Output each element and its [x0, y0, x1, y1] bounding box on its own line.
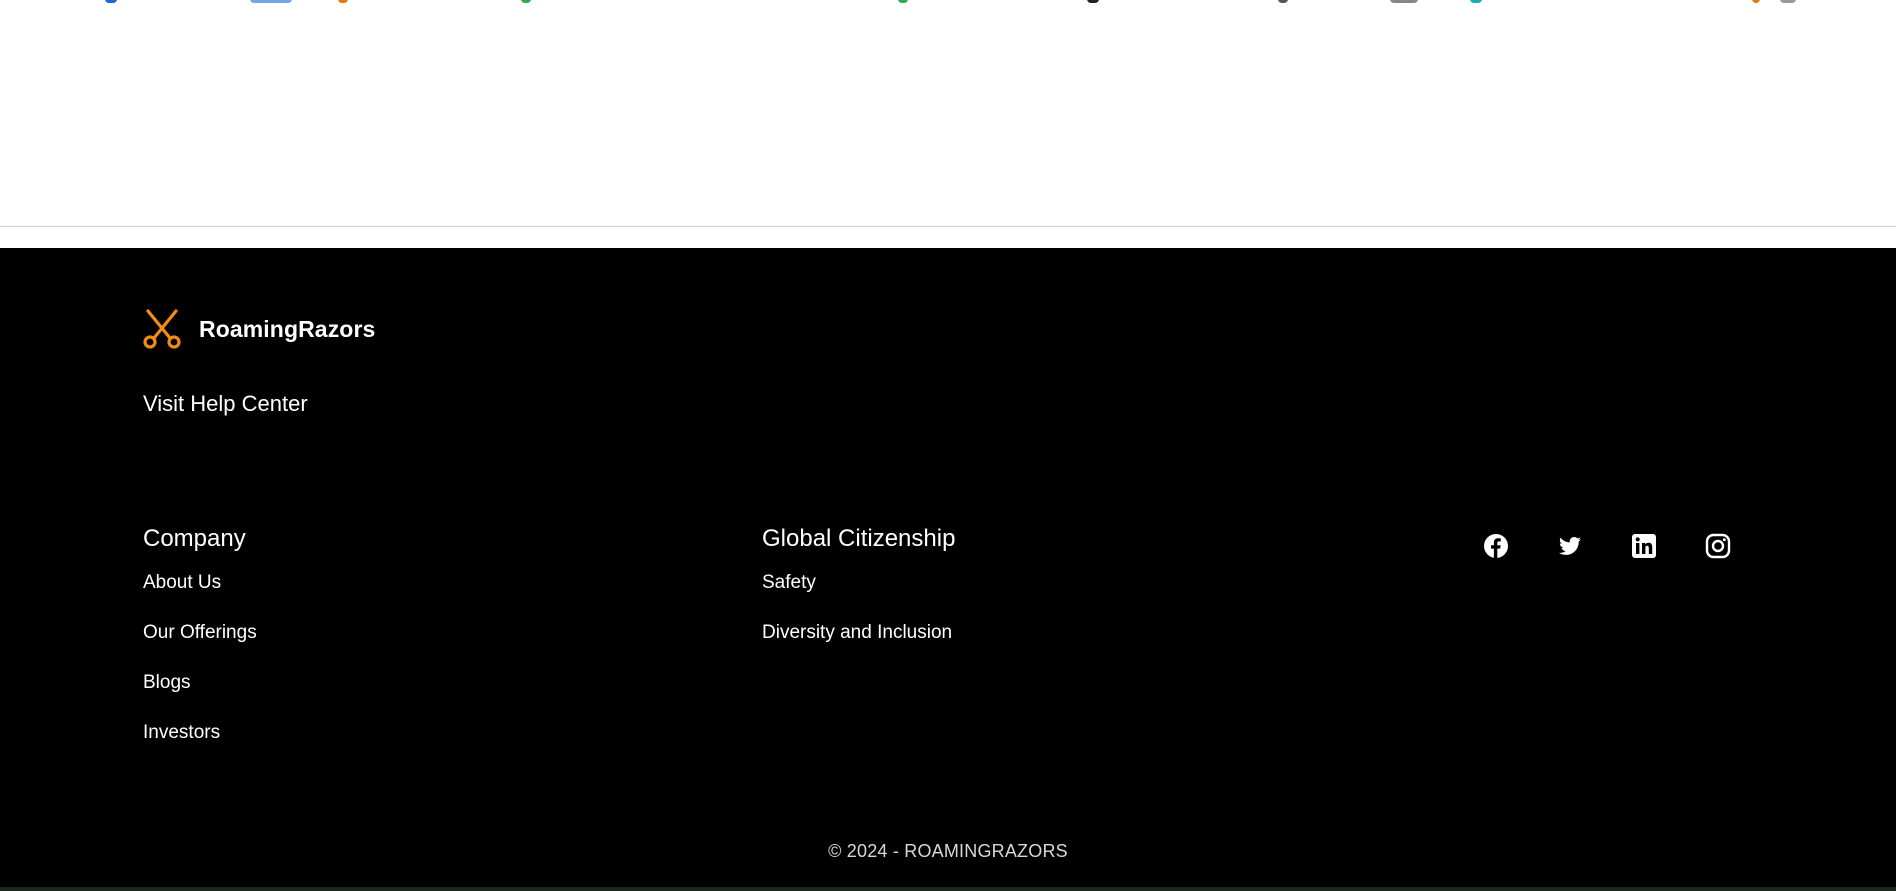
scissors-icon: [143, 309, 181, 349]
global-citizenship-column: Global Citizenship Safety Diversity and …: [762, 525, 955, 671]
copyright-text: © 2024 - ROAMINGRAZORS: [828, 841, 1068, 861]
blogs-link[interactable]: Blogs: [143, 672, 191, 693]
instagram-icon: [1705, 533, 1731, 559]
instagram-link[interactable]: [1705, 533, 1731, 559]
brand[interactable]: RoamingRazors: [142, 309, 375, 349]
list-item: Diversity and Inclusion: [762, 621, 955, 671]
company-column: Company About Us Our Offerings Blogs Inv…: [143, 525, 257, 771]
facebook-link[interactable]: [1483, 533, 1509, 559]
cut-off-fragment: [1390, 0, 1418, 3]
linkedin-icon: [1632, 534, 1656, 558]
site-footer: RoamingRazors Visit Help Center Company …: [0, 248, 1896, 887]
bottom-edge: [0, 887, 1896, 891]
help-center-link[interactable]: Visit Help Center: [143, 391, 308, 417]
list-item: Safety: [762, 571, 955, 621]
section-divider: [0, 226, 1896, 227]
diversity-inclusion-link[interactable]: Diversity and Inclusion: [762, 622, 952, 643]
social-links: [1483, 533, 1731, 559]
company-heading: Company: [143, 525, 246, 552]
our-offerings-link[interactable]: Our Offerings: [143, 622, 257, 643]
linkedin-link[interactable]: [1631, 533, 1657, 559]
cut-off-fragment: [338, 0, 348, 3]
facebook-icon: [1484, 534, 1508, 558]
list-item: Our Offerings: [143, 621, 257, 671]
content-area: [0, 0, 1896, 227]
cut-off-fragment: [1752, 0, 1760, 3]
cut-off-fragment: [1087, 0, 1099, 3]
investors-link[interactable]: Investors: [143, 722, 220, 743]
global-citizenship-heading: Global Citizenship: [762, 525, 956, 552]
cut-off-fragment: [1278, 0, 1288, 3]
safety-link[interactable]: Safety: [762, 572, 816, 593]
cut-off-fragment: [105, 0, 117, 3]
cut-off-fragment: [1780, 0, 1796, 3]
list-item: Investors: [143, 721, 257, 771]
twitter-link[interactable]: [1557, 533, 1583, 559]
cut-off-fragment: [898, 0, 908, 3]
twitter-icon: [1559, 537, 1581, 555]
cut-off-fragment: [521, 0, 531, 3]
company-links: About Us Our Offerings Blogs Investors: [143, 571, 257, 771]
cut-off-fragment: [1470, 0, 1482, 3]
list-item: About Us: [143, 571, 257, 621]
page: RoamingRazors Visit Help Center Company …: [0, 0, 1896, 891]
brand-name: RoamingRazors: [199, 315, 376, 342]
cut-off-fragment: [250, 0, 292, 3]
about-us-link[interactable]: About Us: [143, 572, 221, 593]
cut-off-content-strip: [0, 0, 1896, 6]
list-item: Blogs: [143, 671, 257, 721]
global-citizenship-links: Safety Diversity and Inclusion: [762, 571, 955, 671]
